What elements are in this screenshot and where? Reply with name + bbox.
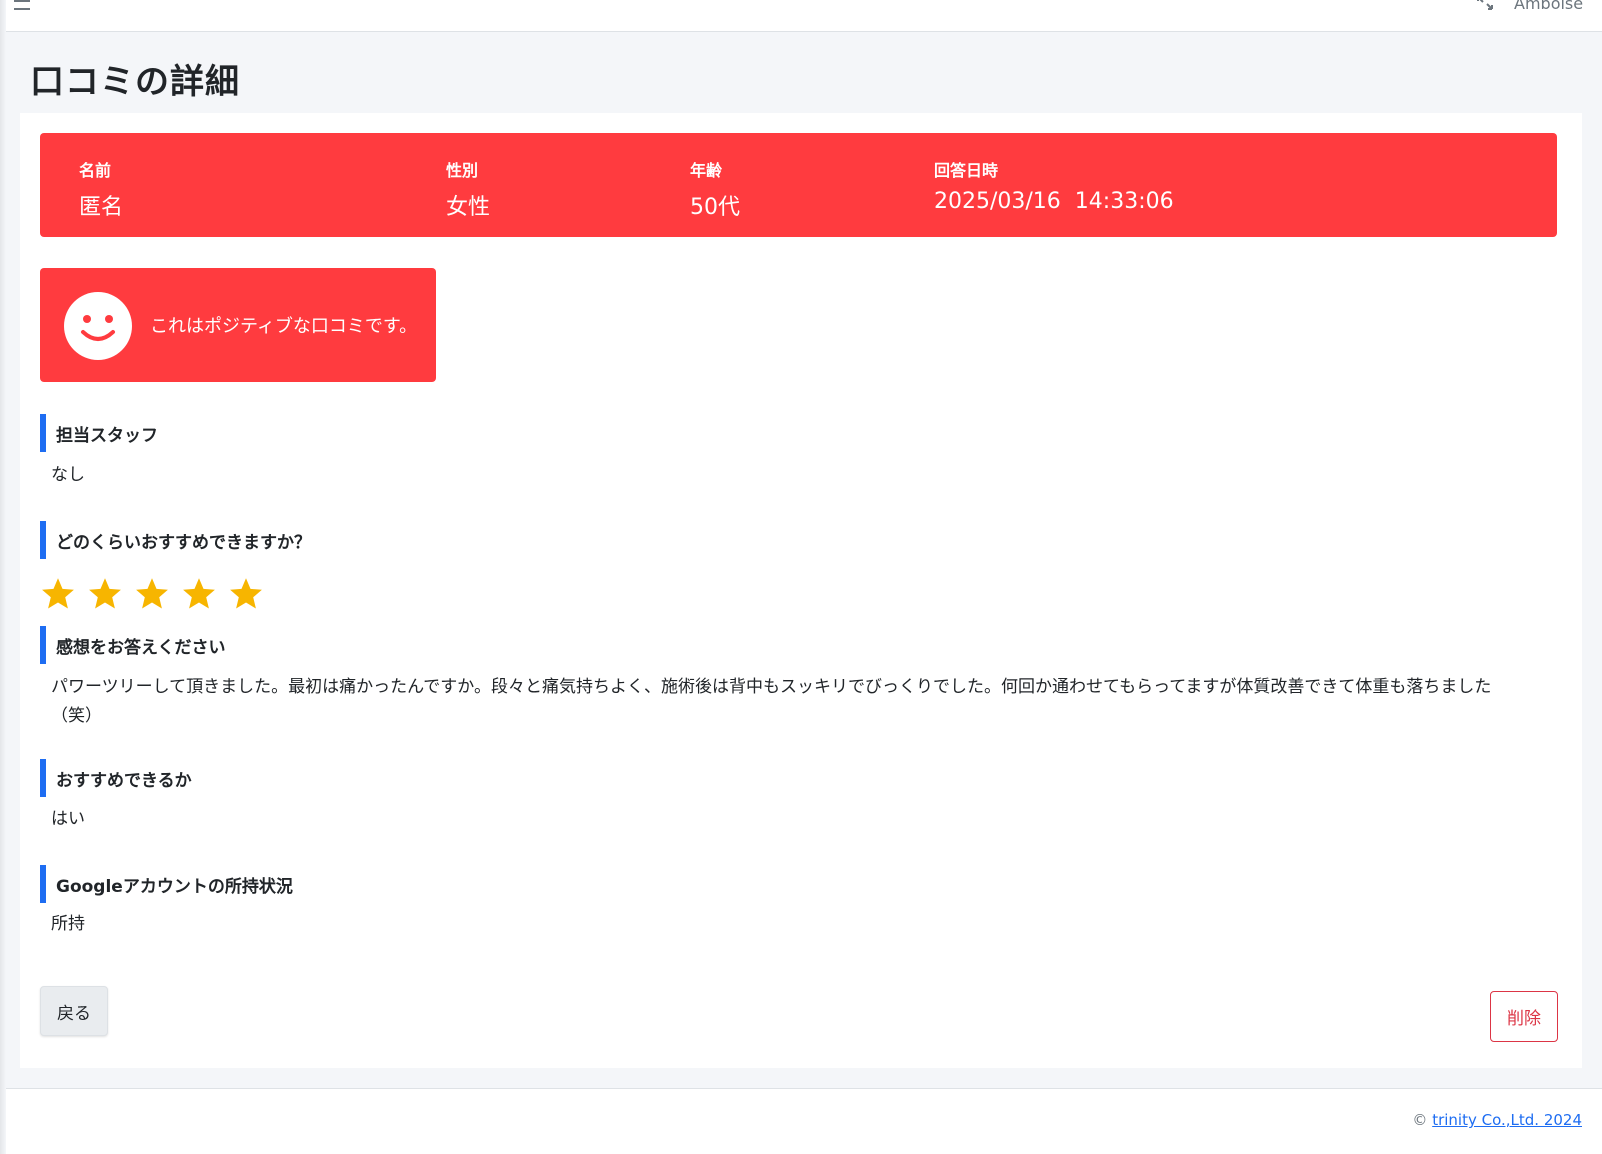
copyright: © trinity Co.,Ltd. 2024 bbox=[1412, 1111, 1582, 1129]
star-icon bbox=[136, 578, 168, 609]
back-button[interactable]: 戻る bbox=[40, 986, 108, 1036]
top-navbar: Amboise bbox=[6, 0, 1602, 32]
delete-button[interactable]: 削除 bbox=[1490, 991, 1558, 1042]
fullscreen-icon[interactable] bbox=[1476, 0, 1496, 12]
content-wrapper: 口コミの詳細 名前 匿名 性別 女性 年齢 50代 回答日時 2025/03/1… bbox=[6, 32, 1602, 1088]
smiley-icon bbox=[64, 292, 132, 360]
page-title: 口コミの詳細 bbox=[30, 62, 240, 102]
star-icon bbox=[89, 578, 121, 609]
google-heading: Googleアカウントの所持状況 bbox=[40, 865, 293, 903]
impression-value: パワーツリーして頂きました。最初は痛かったんですか。段々と痛気持ちよく、施術後は… bbox=[51, 677, 1492, 726]
rating-heading: どのくらいおすすめできますか？ bbox=[40, 521, 311, 559]
recommend-value: はい bbox=[51, 809, 85, 829]
age-column: 年齢 50代 bbox=[690, 157, 740, 221]
age-value: 50代 bbox=[690, 195, 740, 220]
name-column: 名前 匿名 bbox=[79, 157, 123, 221]
gender-column: 性別 女性 bbox=[446, 157, 490, 221]
company-link[interactable]: trinity Co.,Ltd. 2024 bbox=[1432, 1111, 1582, 1129]
gender-value: 女性 bbox=[446, 195, 491, 220]
date-label: 回答日時 bbox=[934, 161, 999, 180]
star-icon bbox=[183, 578, 215, 609]
staff-heading: 担当スタッフ bbox=[40, 414, 158, 452]
star-icon bbox=[42, 578, 74, 609]
recommend-heading: おすすめできるか bbox=[40, 759, 192, 797]
star-icon bbox=[230, 578, 262, 609]
age-label: 年齢 bbox=[690, 161, 723, 180]
review-card: 名前 匿名 性別 女性 年齢 50代 回答日時 2025/03/16 14:33… bbox=[20, 113, 1582, 1068]
name-label: 名前 bbox=[79, 161, 112, 180]
user-menu[interactable]: Amboise bbox=[1514, 0, 1583, 13]
sentiment-text: これはポジティブな口コミです。 bbox=[150, 316, 418, 337]
date-column: 回答日時 2025/03/16 14:33:06 bbox=[934, 157, 1174, 214]
date-value: 2025/03/16 14:33:06 bbox=[934, 189, 1174, 214]
respondent-info-banner: 名前 匿名 性別 女性 年齢 50代 回答日時 2025/03/16 14:33… bbox=[40, 133, 1557, 237]
copyright-symbol: © bbox=[1412, 1111, 1428, 1129]
sentiment-box: これはポジティブな口コミです。 bbox=[40, 268, 436, 382]
menu-icon[interactable] bbox=[14, 0, 32, 10]
staff-value: なし bbox=[51, 465, 85, 485]
footer: © trinity Co.,Ltd. 2024 bbox=[6, 1088, 1602, 1154]
star-rating bbox=[40, 576, 275, 612]
impression-heading: 感想をお答えください bbox=[40, 626, 226, 664]
gender-label: 性別 bbox=[446, 161, 479, 180]
google-value: 所持 bbox=[51, 914, 85, 934]
name-value: 匿名 bbox=[79, 195, 124, 220]
